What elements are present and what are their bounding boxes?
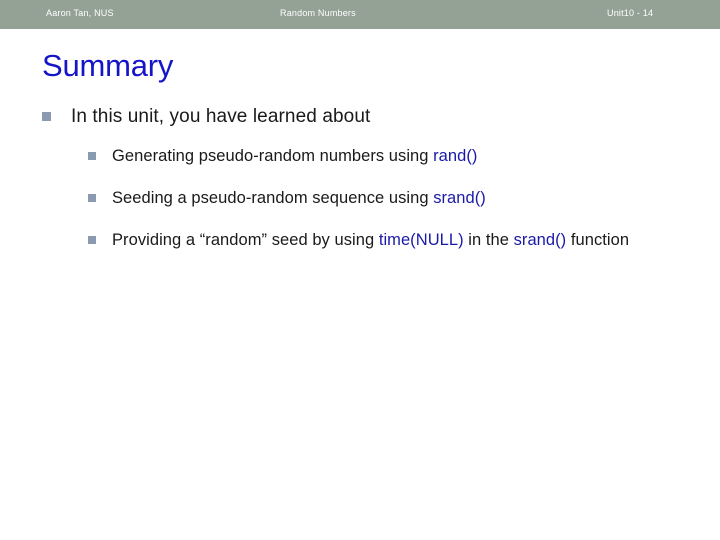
list-item: Generating pseudo-random numbers using r…: [88, 144, 682, 168]
page-title: Summary: [42, 48, 174, 83]
list-item: In this unit, you have learned about: [42, 104, 682, 130]
lead-text: In this unit, you have learned about: [71, 106, 371, 127]
slide-header-band: Aaron Tan, NUS Random Numbers Unit10 - 1…: [0, 0, 720, 29]
square-bullet-icon: [88, 194, 96, 202]
square-bullet-icon: [42, 112, 51, 121]
sub-item-text: Seeding a pseudo-random sequence using s…: [112, 186, 486, 210]
header-topic: Random Numbers: [280, 8, 356, 18]
slide: Aaron Tan, NUS Random Numbers Unit10 - 1…: [0, 0, 720, 540]
sub-item-text: Providing a “random” seed by using time(…: [112, 228, 629, 252]
slide-body: In this unit, you have learned about Gen…: [42, 104, 682, 252]
sub-item-text-post: function: [566, 231, 630, 249]
code-token: srand(): [513, 231, 567, 249]
header-author: Aaron Tan, NUS: [46, 8, 114, 18]
sub-bullet-list: Generating pseudo-random numbers using r…: [88, 144, 682, 252]
list-item: Seeding a pseudo-random sequence using s…: [88, 186, 682, 210]
list-item: Providing a “random” seed by using time(…: [88, 228, 682, 252]
code-token: srand(): [433, 189, 486, 207]
code-token: rand(): [433, 147, 478, 165]
sub-item-text-mid: in the: [463, 231, 514, 249]
sub-item-text: Generating pseudo-random numbers using r…: [112, 144, 477, 168]
square-bullet-icon: [88, 236, 96, 244]
header-slide-number: Unit10 - 14: [607, 8, 654, 18]
square-bullet-icon: [88, 152, 96, 160]
sub-item-text-pre: Generating pseudo-random numbers using: [112, 147, 434, 165]
sub-item-text-pre: Seeding a pseudo-random sequence using: [112, 189, 434, 207]
code-token: time(NULL): [378, 231, 464, 249]
sub-item-text-pre: Providing a “random” seed by using: [112, 231, 379, 249]
